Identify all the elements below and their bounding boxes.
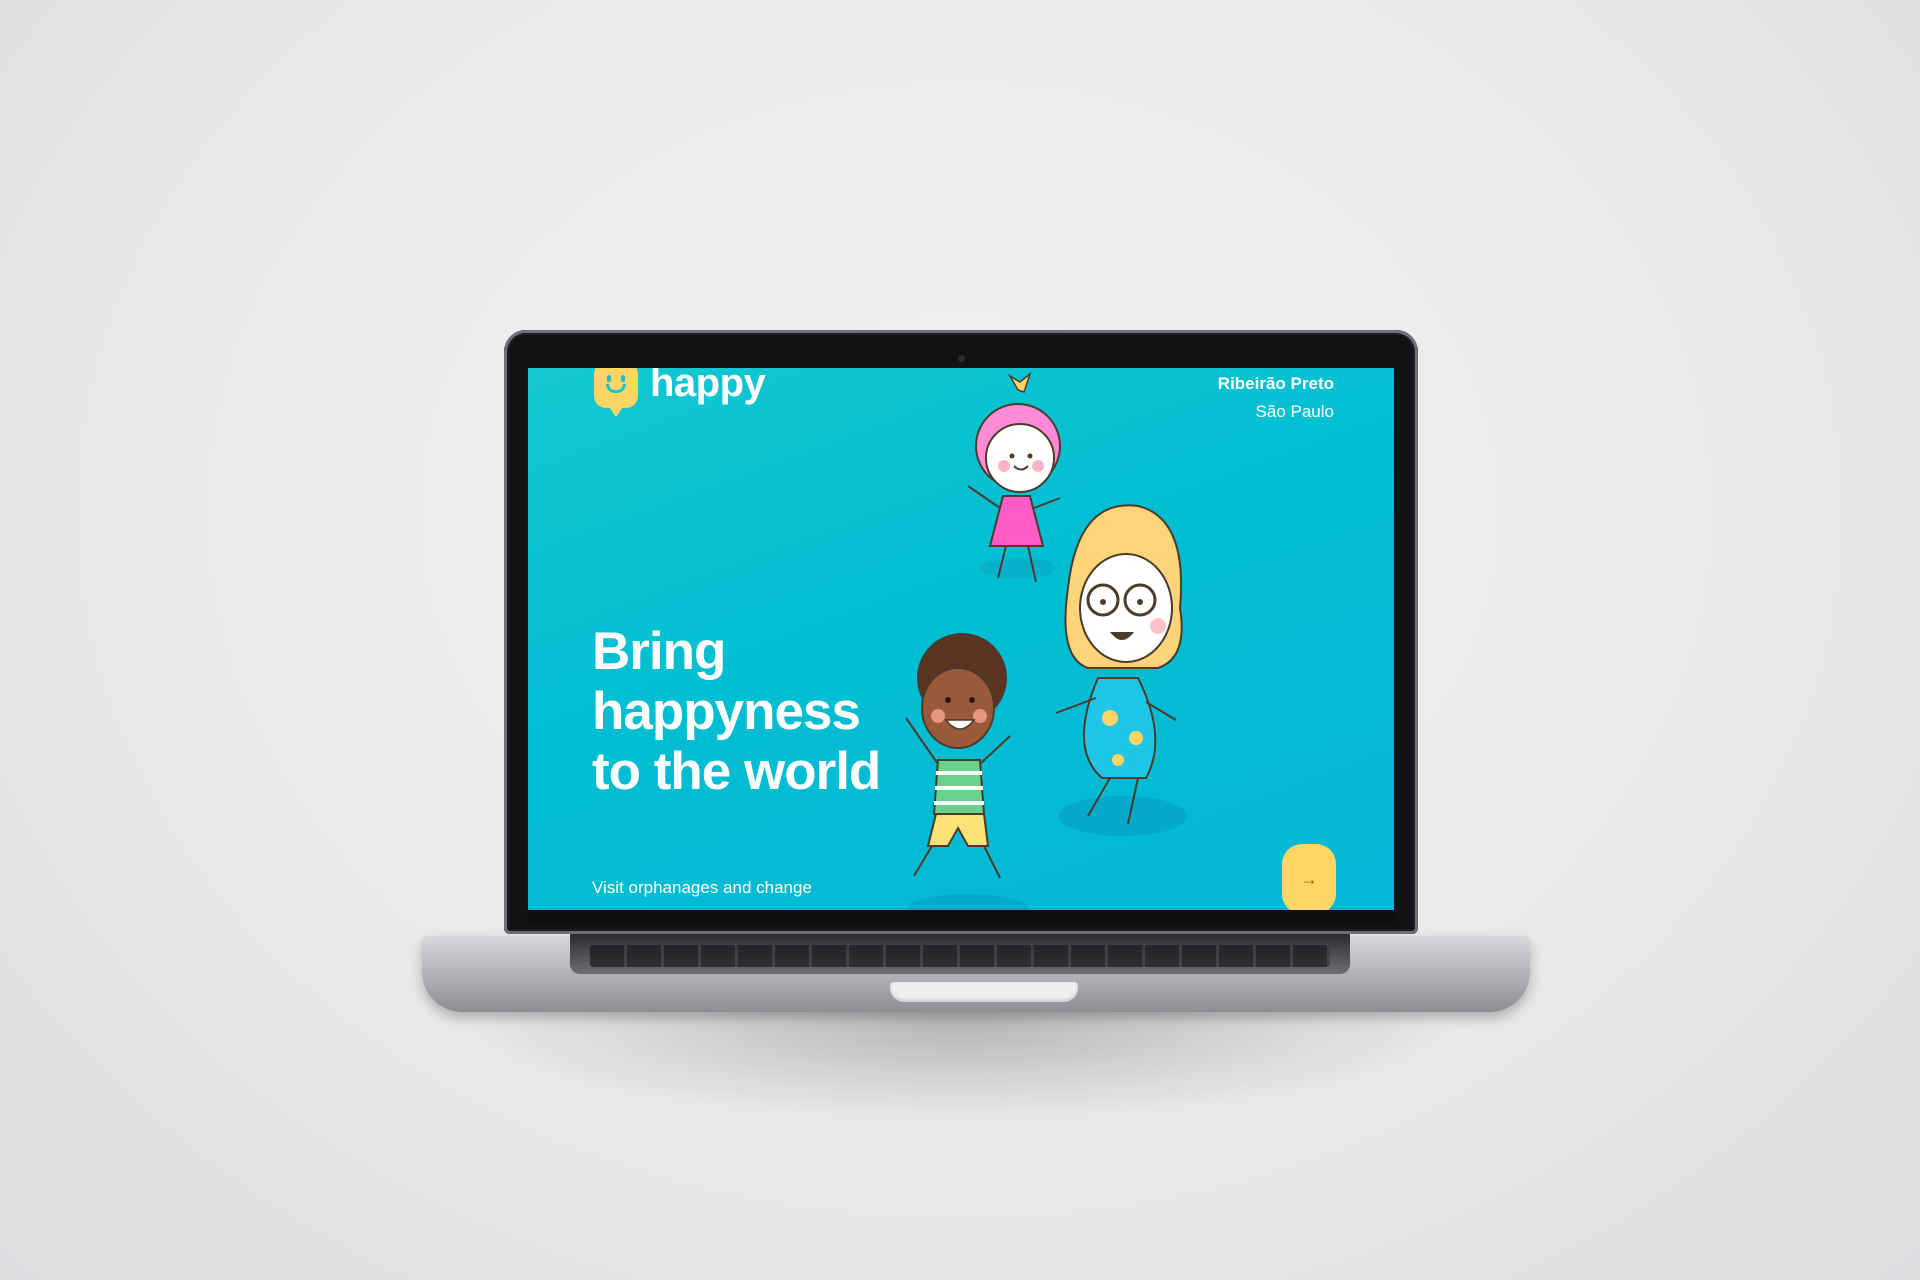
location-state: São Paulo [1255,402,1334,421]
girl-glasses-figure [1055,504,1183,825]
hero-subtext: Visit orphanages and change many childre… [592,878,812,910]
enter-app-button[interactable]: → [1282,844,1336,910]
screen-bezel-bottom [528,910,1394,926]
smiley-speech-bubble-icon [594,368,638,417]
boy-curly-figure [905,633,1011,879]
keyboard-keys [590,945,1330,967]
girl-pink-figure [967,371,1061,583]
landing-page-screen: happy Ribeirão Preto São Paulo Bring hap… [528,368,1394,910]
location-city: Ribeirão Preto [1217,374,1334,393]
brand-logo[interactable]: happy [594,368,766,417]
laptop-shadow [470,1000,1450,1120]
laptop-lid: happy Ribeirão Preto São Paulo Bring hap… [504,330,1418,934]
webcam [958,355,965,362]
location: Ribeirão Preto São Paulo [1218,370,1334,426]
arrow-right-icon: → [1300,868,1318,889]
children-illustration [905,371,1187,910]
trackpad-notch [890,982,1078,1002]
brand-name: happy [650,368,766,405]
hero-headline: Bring happyness to the world [592,621,881,801]
